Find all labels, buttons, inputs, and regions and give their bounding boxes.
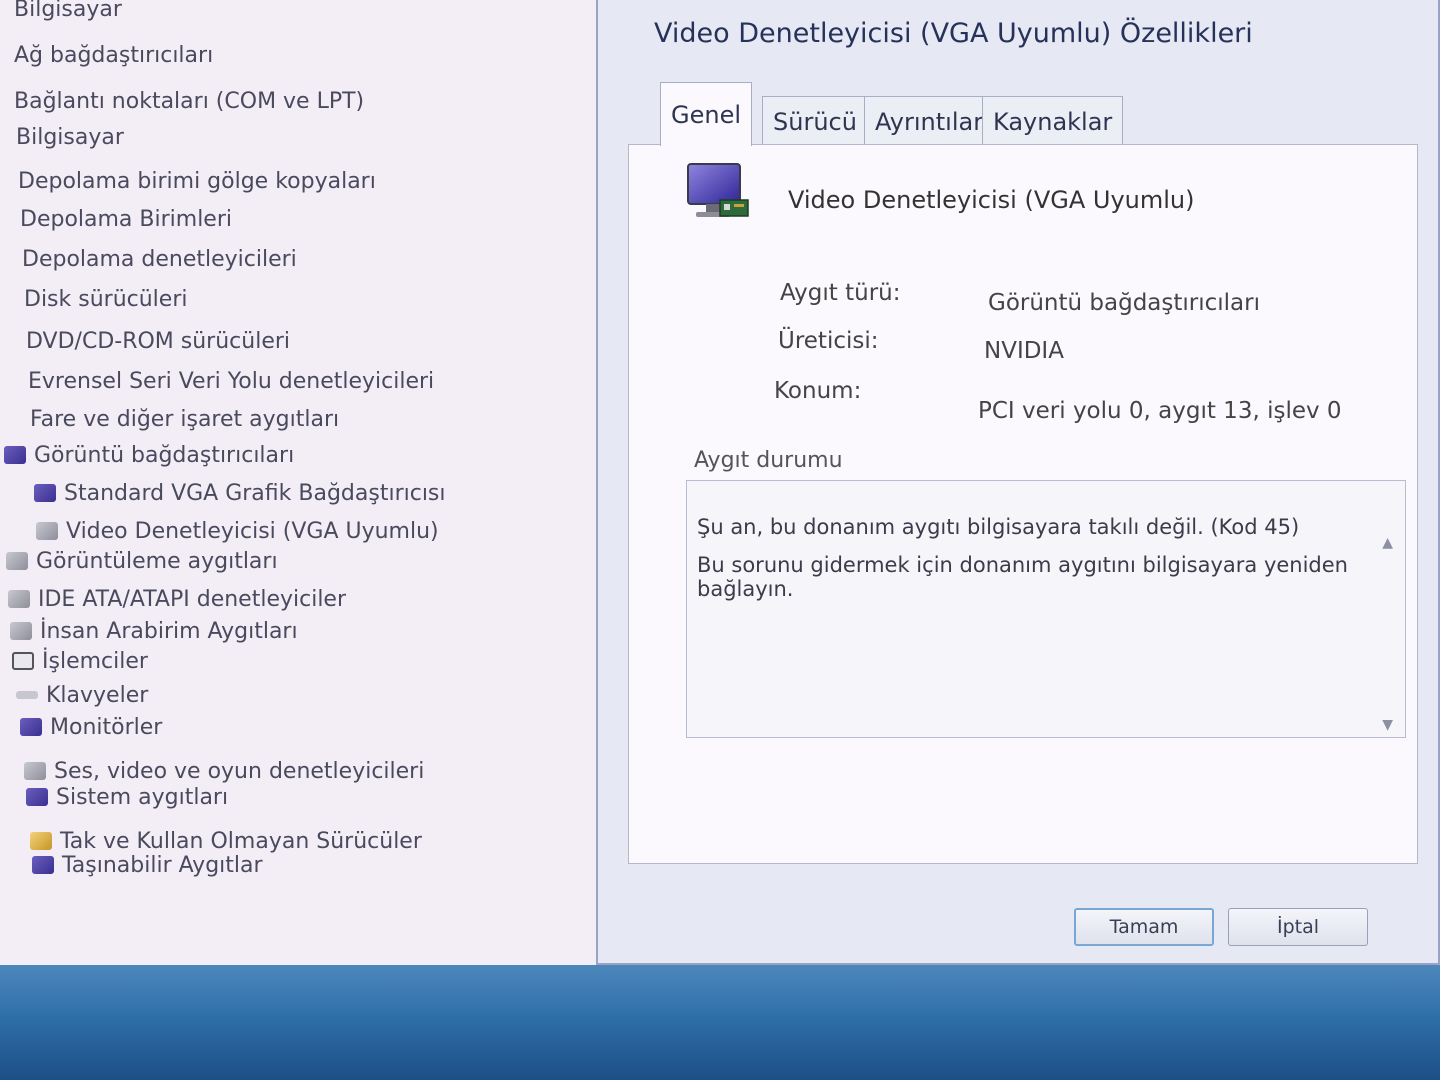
location-label: Konum: — [774, 378, 862, 404]
tree-item-label: Monitörler — [50, 714, 163, 740]
tree-item-label: Görüntüleme aygıtları — [36, 548, 278, 574]
tree-item[interactable]: Ağ bağdaştırıcıları — [0, 40, 213, 70]
tree-item[interactable]: Fare ve diğer işaret aygıtları — [16, 404, 339, 434]
mouse-icon — [16, 410, 22, 428]
display-adapter-icon — [687, 163, 749, 217]
storage-icon — [4, 172, 10, 190]
tree-item[interactable]: Görüntüleme aygıtları — [6, 546, 278, 576]
tree-item-label: Görüntü bağdaştırıcıları — [34, 442, 295, 468]
scroll-up-icon[interactable]: ▲ — [1382, 535, 1393, 551]
tree-item-label: Taşınabilir Aygıtlar — [62, 852, 263, 878]
manufacturer-label: Üreticisi: — [778, 328, 879, 354]
computer-icon — [2, 128, 8, 146]
tree-item-label: Sistem aygıtları — [56, 784, 229, 810]
tree-item-label: Video Denetleyicisi (VGA Uyumlu) — [66, 518, 439, 544]
device-type-label: Aygıt türü: — [780, 280, 901, 306]
tree-item-label: Evrensel Seri Veri Yolu denetleyicileri — [28, 368, 435, 394]
tree-item[interactable]: Bağlantı noktaları (COM ve LPT) — [0, 86, 364, 116]
device-status-label: Aygıt durumu — [694, 448, 843, 473]
status-message: bağlayın. — [697, 577, 794, 601]
usb-icon — [14, 372, 20, 390]
device-status-textbox[interactable]: Şu an, bu donanım aygıtı bilgisayara tak… — [686, 480, 1406, 738]
tree-item-label: Fare ve diğer işaret aygıtları — [30, 406, 340, 432]
tree-item[interactable]: DVD/CD-ROM sürücüleri — [12, 326, 290, 356]
storage-icon — [6, 210, 12, 228]
tree-item-label: Depolama birimi gölge kopyaları — [18, 168, 376, 194]
tree-item-label: Bilgisayar — [14, 0, 122, 22]
tree-item[interactable]: Disk sürücüleri — [10, 284, 188, 314]
tree-item[interactable]: Video Denetleyicisi (VGA Uyumlu) — [36, 516, 439, 546]
tree-item[interactable]: IDE ATA/ATAPI denetleyiciler — [8, 584, 346, 614]
manufacturer-value: NVIDIA — [984, 338, 1064, 364]
device-tree-panel: Bilgisayar Ağ bağdaştırıcıları Bağlantı … — [0, 0, 628, 965]
tree-item[interactable]: Monitörler — [20, 712, 162, 742]
imaging-icon — [6, 552, 28, 570]
processor-icon — [12, 652, 34, 670]
dvd-icon — [12, 332, 18, 350]
non-pnp-icon — [30, 832, 52, 850]
display-adapter-warning-icon — [36, 522, 58, 540]
hid-icon — [10, 622, 32, 640]
tree-item[interactable]: Taşınabilir Aygıtlar — [32, 850, 263, 880]
tree-item[interactable]: Bilgisayar — [2, 122, 124, 152]
system-icon — [26, 788, 48, 806]
tree-item[interactable]: Evrensel Seri Veri Yolu denetleyicileri — [14, 366, 434, 396]
cancel-button[interactable]: İptal — [1228, 908, 1368, 946]
status-message: Bu sorunu gidermek için donanım aygıtını… — [697, 553, 1348, 577]
disk-icon — [10, 290, 16, 308]
display-adapter-icon — [4, 446, 26, 464]
storage-controller-icon — [8, 250, 14, 268]
tree-item-label: Bağlantı noktaları (COM ve LPT) — [14, 88, 365, 114]
tree-item[interactable]: Klavyeler — [16, 680, 148, 710]
sound-icon — [24, 762, 46, 780]
tree-item-label: Depolama Birimleri — [20, 206, 232, 232]
computer-icon — [0, 0, 6, 18]
network-icon — [0, 46, 6, 64]
tree-item[interactable]: İşlemciler — [12, 646, 148, 676]
device-type-value: Görüntü bağdaştırıcıları — [988, 290, 1261, 316]
tree-item-label: İşlemciler — [42, 648, 148, 674]
tree-item[interactable]: Görüntü bağdaştırıcıları — [4, 440, 294, 470]
tree-item-label: Standard VGA Grafik Bağdaştırıcısı — [64, 480, 446, 506]
tree-item-label: DVD/CD-ROM sürücüleri — [26, 328, 291, 354]
device-name: Video Denetleyicisi (VGA Uyumlu) — [788, 186, 1195, 214]
tree-item-label: İnsan Arabirim Aygıtları — [40, 618, 298, 644]
properties-dialog: Video Denetleyicisi (VGA Uyumlu) Özellik… — [596, 0, 1440, 965]
tab-resources[interactable]: Kaynaklar — [982, 96, 1124, 146]
tree-item[interactable]: Bilgisayar — [0, 0, 122, 24]
tab-general[interactable]: Genel — [660, 82, 753, 146]
tree-item[interactable]: Depolama denetleyicileri — [8, 244, 297, 274]
tree-item-label: Klavyeler — [46, 682, 149, 708]
tree-item-label: IDE ATA/ATAPI denetleyiciler — [38, 586, 347, 612]
ok-button[interactable]: Tamam — [1074, 908, 1214, 946]
tab-details[interactable]: Ayrıntılar — [864, 96, 995, 146]
location-value: PCI veri yolu 0, aygıt 13, işlev 0 — [978, 398, 1342, 424]
ide-icon — [8, 590, 30, 608]
tree-item-label: Ses, video ve oyun denetleyicileri — [54, 758, 425, 784]
tree-item[interactable]: Depolama Birimleri — [6, 204, 232, 234]
scroll-down-icon[interactable]: ▼ — [1382, 717, 1393, 733]
status-message: Şu an, bu donanım aygıtı bilgisayara tak… — [697, 515, 1300, 539]
display-adapter-icon — [34, 484, 56, 502]
monitor-icon — [20, 718, 42, 736]
keyboard-icon — [16, 691, 38, 699]
dialog-title: Video Denetleyicisi (VGA Uyumlu) Özellik… — [654, 18, 1253, 49]
tree-item[interactable]: Sistem aygıtları — [26, 782, 228, 812]
tree-item[interactable]: İnsan Arabirim Aygıtları — [10, 616, 298, 646]
tab-driver[interactable]: Sürücü — [762, 96, 868, 146]
port-icon — [0, 92, 6, 110]
tree-item[interactable]: Standard VGA Grafik Bağdaştırıcısı — [34, 478, 446, 508]
tree-item[interactable]: Depolama birimi gölge kopyaları — [4, 166, 376, 196]
tree-item-label: Disk sürücüleri — [24, 286, 188, 312]
tree-item-label: Ağ bağdaştırıcıları — [14, 42, 214, 68]
tree-item-label: Bilgisayar — [16, 124, 124, 150]
tree-item-label: Depolama denetleyicileri — [22, 246, 297, 272]
portable-device-icon — [32, 856, 54, 874]
